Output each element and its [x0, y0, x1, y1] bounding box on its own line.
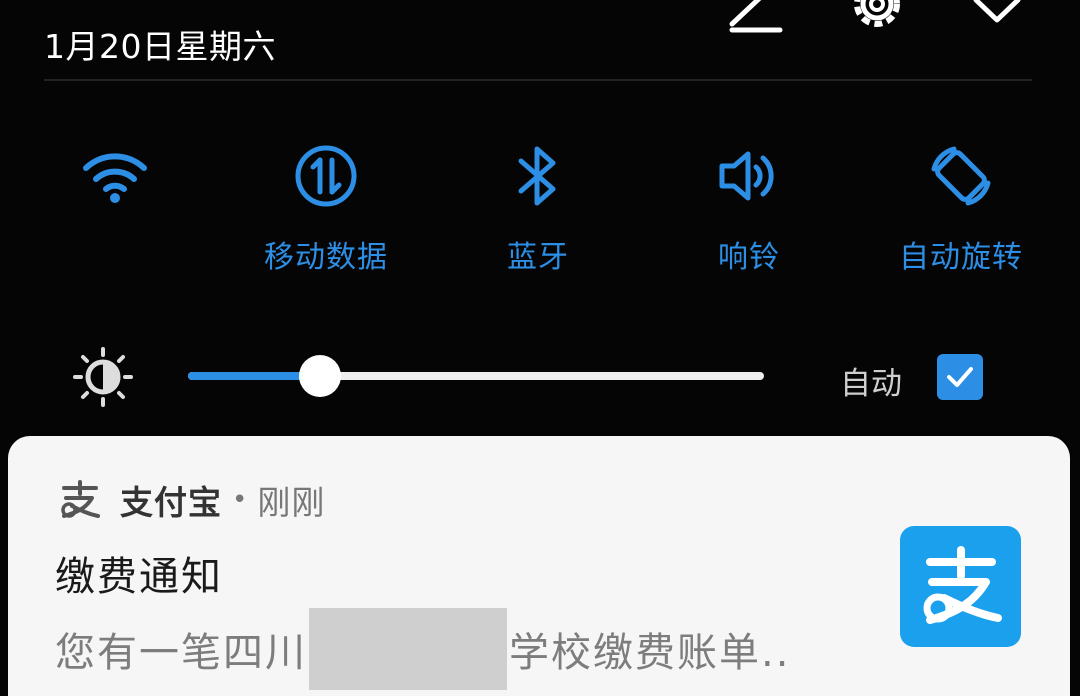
notification-body-prefix: 您有一笔四川: [55, 630, 307, 676]
toggle-auto-rotate[interactable]: 自动旋转: [871, 140, 1051, 280]
toggle-wifi[interactable]: [25, 140, 205, 280]
notification-header: 支付宝 • 刚刚: [58, 476, 325, 524]
rotate-icon: [925, 140, 997, 212]
volume-icon: [713, 140, 785, 212]
notification-shade: 1月20日星期六 移动数据 蓝牙 响铃 自动旋转 自动 支付宝 • 刚刚 缴费通…: [0, 0, 1080, 696]
brightness-icon: [72, 346, 134, 412]
brightness-slider[interactable]: [188, 355, 764, 397]
header-divider: [44, 79, 1032, 81]
alipay-logo-icon: [900, 526, 1021, 647]
notification-time: 刚刚: [257, 483, 326, 522]
toggle-label-mobile-data: 移动数据: [264, 240, 388, 275]
notification-body-suffix: 学校缴费账单..: [509, 630, 791, 676]
check-icon: [947, 367, 973, 387]
toggle-mobile-data[interactable]: 移动数据: [236, 140, 416, 280]
bluetooth-icon: [502, 140, 574, 212]
notification-app-name: 支付宝: [120, 483, 222, 522]
wifi-icon: [79, 140, 151, 212]
toggle-label-ring: 响铃: [718, 240, 780, 275]
alipay-small-icon: [58, 480, 102, 520]
auto-brightness-checkbox[interactable]: [937, 354, 983, 400]
notification-body: 您有一笔四川 学校缴费账单..: [55, 608, 790, 690]
mobile-data-icon: [290, 140, 362, 212]
settings-icon[interactable]: [846, 0, 908, 38]
collapse-icon[interactable]: [970, 0, 1024, 38]
notification-title: 缴费通知: [55, 554, 223, 600]
edit-icon[interactable]: [724, 0, 786, 38]
date-text: 1月20日星期六: [44, 27, 276, 66]
auto-brightness-label: 自动: [840, 366, 902, 402]
toggle-bluetooth[interactable]: 蓝牙: [448, 140, 628, 280]
brightness-slider-thumb[interactable]: [299, 355, 342, 397]
toggle-ring[interactable]: 响铃: [659, 140, 839, 280]
notification-card[interactable]: 支付宝 • 刚刚 缴费通知 您有一笔四川 学校缴费账单..: [8, 436, 1070, 696]
notification-separator: •: [232, 485, 248, 515]
redacted-block: [309, 608, 507, 690]
toggle-label-bluetooth: 蓝牙: [507, 240, 569, 275]
toggle-label-auto-rotate: 自动旋转: [899, 240, 1023, 275]
